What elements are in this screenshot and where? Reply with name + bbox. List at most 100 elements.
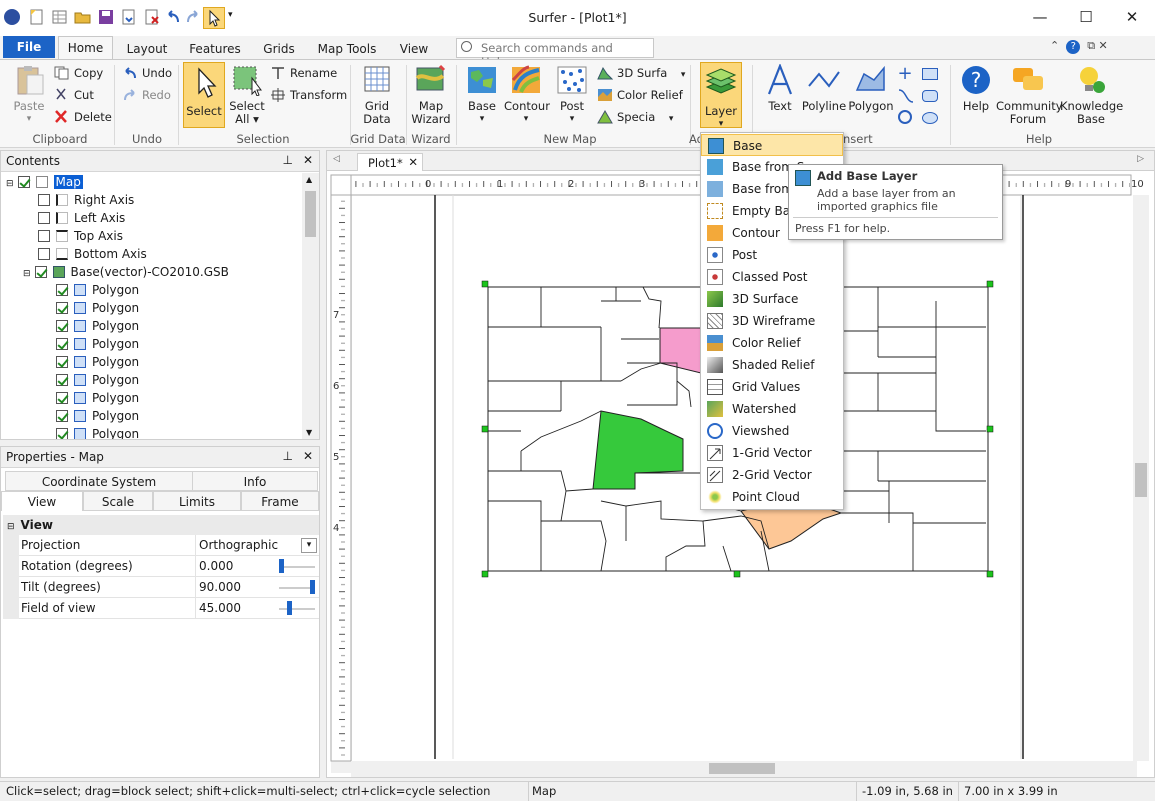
- menu-item-watershed[interactable]: Watershed: [701, 398, 843, 420]
- ruler-label-9: 9: [1065, 179, 1071, 190]
- tree-item-left-axis[interactable]: Left Axis: [38, 209, 125, 227]
- insert-polygon-button[interactable]: Polygon: [848, 64, 894, 113]
- tree-item-base-layer[interactable]: ⊟ Base(vector)-CO2010.GSB: [23, 263, 229, 281]
- undo-button[interactable]: Undo: [122, 64, 172, 82]
- menu-item-shaded-relief[interactable]: Shaded Relief: [701, 354, 843, 376]
- menu-item-point-cloud[interactable]: Point Cloud: [701, 486, 843, 508]
- tab-frame[interactable]: Frame: [241, 491, 319, 511]
- ruler-label-3: 3: [639, 179, 645, 190]
- grid-data-button[interactable]: Grid Data: [356, 64, 398, 126]
- new-3d-surface-button[interactable]: 3D Surfa ▾: [597, 64, 685, 82]
- search-input[interactable]: Search commands and Help...: [456, 38, 654, 69]
- tab-view[interactable]: View: [1, 491, 83, 511]
- tooltip-add-base-layer: Add Base Layer Add a base layer from an …: [788, 164, 1003, 240]
- pin-icon[interactable]: ⊥: [283, 153, 293, 167]
- new-base-map-button[interactable]: Base ▾: [462, 64, 502, 126]
- tab-file[interactable]: File: [3, 36, 55, 58]
- properties-pin-icon[interactable]: ⊥: [283, 449, 293, 463]
- new-color-relief-button[interactable]: Color Relief: [597, 86, 683, 104]
- section-view[interactable]: ⊟ View: [3, 515, 319, 535]
- add-layer-button[interactable]: Layer ▾: [700, 62, 742, 129]
- tree-item-polygon[interactable]: Polygon: [56, 299, 139, 317]
- menu-item-post[interactable]: Post: [701, 244, 843, 266]
- community-forum-button[interactable]: Community Forum: [996, 64, 1063, 126]
- contents-close-icon[interactable]: ✕: [303, 153, 313, 167]
- tree-item-polygon[interactable]: Polygon: [56, 407, 139, 425]
- tab-info[interactable]: Info: [192, 471, 318, 491]
- tree-item-polygon[interactable]: Polygon: [56, 425, 139, 439]
- insert-rounded-rectangle-icon[interactable]: [922, 90, 938, 102]
- tab-scale[interactable]: Scale: [83, 491, 153, 511]
- ruler-label-2: 2: [568, 179, 574, 190]
- redo-button[interactable]: Redo: [122, 86, 171, 104]
- tab-layout[interactable]: Layout: [122, 39, 172, 59]
- ribbon-window-controls[interactable]: ⌃ ? ⧉ ✕: [1050, 39, 1108, 54]
- insert-spline-icon[interactable]: [898, 88, 914, 104]
- layer-icon: [704, 67, 738, 99]
- rotation-slider[interactable]: [279, 559, 284, 573]
- minimize-button[interactable]: —: [1017, 0, 1063, 34]
- rename-button[interactable]: Rename: [270, 64, 337, 82]
- tab-view[interactable]: View: [394, 39, 434, 59]
- menu-item-2-grid-vector[interactable]: 2-Grid Vector: [701, 464, 843, 486]
- menu-item-3d-wireframe[interactable]: 3D Wireframe: [701, 310, 843, 332]
- tree-item-right-axis[interactable]: Right Axis: [38, 191, 134, 209]
- transform-button[interactable]: Transform: [270, 86, 347, 104]
- tree-item-polygon[interactable]: Polygon: [56, 371, 139, 389]
- grid-values-icon: [707, 379, 723, 395]
- tree-item-map[interactable]: ⊟ Map: [6, 173, 83, 191]
- insert-text-button[interactable]: Text: [762, 62, 798, 113]
- menu-item-color-relief[interactable]: Color Relief: [701, 332, 843, 354]
- new-contour-map-button[interactable]: Contour ▾: [504, 64, 550, 126]
- copy-button[interactable]: Copy: [54, 64, 103, 82]
- tab-grids[interactable]: Grids: [258, 39, 300, 59]
- menu-item-grid-values[interactable]: Grid Values: [701, 376, 843, 398]
- tab-map-tools[interactable]: Map Tools: [313, 39, 381, 59]
- tilt-field[interactable]: 90.000: [195, 577, 319, 598]
- tab-limits[interactable]: Limits: [153, 491, 241, 511]
- rotation-field[interactable]: 0.000: [195, 556, 319, 577]
- properties-close-icon[interactable]: ✕: [303, 449, 313, 463]
- insert-symbol-icon[interactable]: +: [896, 65, 914, 84]
- projection-select[interactable]: Orthographic ▾: [195, 535, 319, 556]
- insert-polyline-button[interactable]: Polyline: [800, 64, 848, 113]
- maximize-button[interactable]: ☐: [1063, 0, 1109, 34]
- tree-item-polygon[interactable]: Polygon: [56, 281, 139, 299]
- tree-item-polygon[interactable]: Polygon: [56, 317, 139, 335]
- contents-scrollbar[interactable]: ▲ ▼: [302, 173, 319, 439]
- map-wizard-button[interactable]: Map Wizard: [410, 64, 452, 126]
- delete-button[interactable]: Delete: [54, 108, 112, 126]
- tree-item-polygon[interactable]: Polygon: [56, 335, 139, 353]
- tree-item-bottom-axis[interactable]: Bottom Axis: [38, 245, 147, 263]
- menu-item-base[interactable]: Base: [701, 134, 843, 156]
- tab-features[interactable]: Features: [184, 39, 246, 59]
- insert-ellipse-icon[interactable]: [922, 112, 938, 124]
- new-post-map-button[interactable]: Post ▾: [552, 64, 592, 126]
- paste-button[interactable]: Paste ▾: [8, 64, 50, 126]
- menu-item-1-grid-vector[interactable]: 1-Grid Vector: [701, 442, 843, 464]
- help-button[interactable]: ? Help: [956, 64, 996, 113]
- knowledge-base-button[interactable]: Knowledge Base: [1060, 64, 1123, 126]
- menu-item-3d-surface[interactable]: 3D Surface: [701, 288, 843, 310]
- tree-item-top-axis[interactable]: Top Axis: [38, 227, 123, 245]
- contour-layer-icon: [707, 225, 723, 241]
- field-of-view-field[interactable]: 45.000: [195, 598, 319, 619]
- tree-item-polygon[interactable]: Polygon: [56, 389, 139, 407]
- group-label-help: Help: [1025, 132, 1053, 146]
- menu-item-viewshed[interactable]: Viewshed: [701, 420, 843, 442]
- tilt-slider[interactable]: [310, 580, 315, 594]
- insert-target-icon[interactable]: [898, 110, 912, 124]
- status-selection-size: 7.00 in x 3.99 in: [964, 784, 1058, 798]
- menu-item-classed-post[interactable]: Classed Post: [701, 266, 843, 288]
- cut-button[interactable]: Cut: [54, 86, 94, 104]
- tree-item-polygon[interactable]: Polygon: [56, 353, 139, 371]
- select-all-button[interactable]: Select All ▾: [228, 64, 266, 126]
- tab-coordinate-system[interactable]: Coordinate System: [5, 471, 193, 491]
- fov-slider[interactable]: [287, 601, 292, 615]
- tab-home[interactable]: Home: [58, 36, 113, 59]
- new-specialty-button[interactable]: Specia ▾: [597, 108, 673, 126]
- select-button[interactable]: Select: [183, 62, 225, 128]
- window-title: Surfer - [Plot1*]: [528, 10, 627, 25]
- insert-rectangle-icon[interactable]: [922, 68, 938, 80]
- close-button[interactable]: ✕: [1109, 0, 1155, 34]
